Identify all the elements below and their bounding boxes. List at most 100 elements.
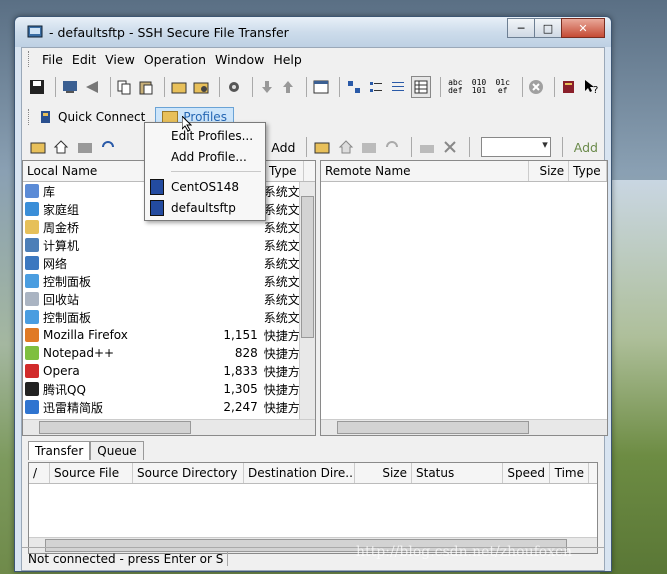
local-up-folder-icon[interactable]	[28, 137, 47, 157]
terminal-window-icon[interactable]	[312, 77, 330, 97]
new-terminal-icon[interactable]	[61, 77, 79, 97]
remote-delete-icon[interactable]	[440, 137, 459, 157]
menu-view[interactable]: View	[101, 52, 139, 67]
copy-icon[interactable]	[115, 77, 133, 97]
tab-queue[interactable]: Queue	[90, 441, 144, 460]
stop-icon[interactable]	[527, 77, 545, 97]
local-add-button[interactable]: Add	[265, 138, 301, 157]
remote-path-combo[interactable]	[480, 137, 551, 157]
settings-icon[interactable]	[225, 77, 243, 97]
new-file-transfer-icon[interactable]	[83, 77, 101, 97]
menu-edit[interactable]: Edit	[68, 52, 100, 67]
small-list-view-icon[interactable]	[389, 77, 407, 97]
remote-file-pane[interactable]: Remote Name Size Type	[320, 160, 608, 436]
remote-add-button[interactable]: Add	[568, 138, 604, 157]
minimize-button[interactable]: ─	[507, 18, 535, 38]
transfer-col-source-file[interactable]: Source File	[50, 463, 133, 483]
menu-file[interactable]: File	[38, 52, 67, 67]
transfer-col-size[interactable]: Size	[355, 463, 412, 483]
table-row[interactable]: Mozilla Firefox 1,151 快捷方	[23, 326, 299, 344]
menu-profile-centos148[interactable]: CentOS148	[145, 176, 265, 197]
scrollbar-thumb[interactable]	[39, 421, 191, 434]
menu-edit-profiles[interactable]: Edit Profiles...	[145, 125, 265, 146]
file-size: 1,305	[223, 382, 258, 396]
menu-window[interactable]: Window	[211, 52, 268, 67]
table-row[interactable]: 腾讯QQ 1,305 快捷方	[23, 380, 299, 398]
large-icons-view-icon[interactable]	[345, 77, 363, 97]
file-icon	[25, 328, 39, 342]
remote-horizontal-scrollbar[interactable]	[321, 419, 607, 435]
transfer-col-speed[interactable]: Speed	[503, 463, 550, 483]
transfer-col-time[interactable]: Time	[550, 463, 589, 483]
save-icon[interactable]	[28, 77, 46, 97]
title-bar[interactable]: - defaultsftp - SSH Secure File Transfer…	[15, 17, 611, 47]
quick-connect-icon	[41, 111, 50, 123]
details-view-icon[interactable]	[410, 76, 431, 98]
auto-mode-icon[interactable]: 01c ef	[493, 77, 513, 97]
folder-settings-icon[interactable]	[192, 77, 210, 97]
file-type: 系统文	[263, 274, 299, 289]
table-row[interactable]: 控制面板 系统文	[23, 308, 299, 326]
book-help-icon[interactable]	[560, 77, 578, 97]
toolbar-separator	[218, 77, 220, 97]
remote-type-header[interactable]: Type	[569, 161, 608, 181]
transfer-table[interactable]: / Source File Source Directory Destinati…	[28, 462, 598, 554]
binary-mode-icon[interactable]: 010 101	[469, 77, 489, 97]
mouse-cursor-icon	[182, 116, 192, 132]
file-name-cell: 计算机	[23, 237, 204, 254]
remote-home-icon[interactable]	[336, 137, 355, 157]
watermark-text: http://blog.csdn.net/zhoufoxcn	[356, 544, 572, 560]
upload-arrow-icon[interactable]	[279, 77, 297, 97]
local-vertical-scrollbar[interactable]	[299, 182, 315, 419]
remote-header: Remote Name Size Type	[321, 161, 608, 182]
profile-icon[interactable]	[170, 77, 188, 97]
transfer-col-source-directory[interactable]: Source Directory	[133, 463, 244, 483]
toolbar-separator	[306, 137, 308, 157]
table-row[interactable]: 回收站 系统文	[23, 290, 299, 308]
menu-operation[interactable]: Operation	[140, 52, 210, 67]
menu-help[interactable]: Help	[269, 52, 306, 67]
transfer-col-direction[interactable]: /	[29, 463, 50, 483]
close-button[interactable]: ✕	[561, 18, 605, 38]
local-home-icon[interactable]	[51, 137, 70, 157]
download-arrow-icon[interactable]	[258, 77, 276, 97]
quick-connect-button[interactable]: Quick Connect	[38, 109, 145, 125]
profile-icon	[150, 200, 164, 216]
local-type-header[interactable]: Type	[265, 161, 304, 181]
transfer-col-status[interactable]: Status	[412, 463, 503, 483]
window-title: - defaultsftp - SSH Secure File Transfer	[49, 25, 289, 40]
file-type: 快捷方	[263, 364, 299, 379]
table-row[interactable]: 网络 系统文	[23, 254, 299, 272]
menu-profile-defaultsftp[interactable]: defaultsftp	[145, 197, 265, 218]
remote-size-header[interactable]: Size	[529, 161, 570, 181]
local-refresh-icon[interactable]	[98, 137, 117, 157]
table-row[interactable]: 计算机 系统文	[23, 236, 299, 254]
list-view-icon[interactable]	[367, 77, 385, 97]
remote-new-folder-icon[interactable]	[359, 137, 378, 157]
remote-properties-icon[interactable]	[417, 137, 436, 157]
table-row[interactable]: 控制面板 系统文	[23, 272, 299, 290]
scrollbar-thumb[interactable]	[301, 196, 314, 338]
table-row[interactable]: 迅雷精简版 2,247 快捷方	[23, 398, 299, 416]
quick-connect-label: Quick Connect	[58, 110, 146, 124]
menu-bar: File Edit View Operation Window Help	[22, 48, 604, 70]
file-type: 系统文	[263, 292, 299, 307]
remote-name-header[interactable]: Remote Name	[321, 161, 530, 181]
table-row[interactable]: Notepad++ 828 快捷方	[23, 344, 299, 362]
local-new-folder-icon[interactable]	[75, 137, 94, 157]
tab-transfer[interactable]: Transfer	[28, 441, 91, 460]
local-horizontal-scrollbar[interactable]	[23, 419, 315, 435]
file-size: 2,247	[223, 400, 258, 414]
paste-icon[interactable]	[137, 77, 155, 97]
remote-refresh-icon[interactable]	[383, 137, 402, 157]
scrollbar-thumb[interactable]	[337, 421, 529, 434]
maximize-button[interactable]: □	[534, 18, 562, 38]
context-help-icon[interactable]: ?	[582, 77, 600, 97]
transfer-col-destination-directory[interactable]: Destination Dire...	[244, 463, 355, 483]
remote-up-folder-icon[interactable]	[312, 137, 331, 157]
table-row[interactable]: Opera 1,833 快捷方	[23, 362, 299, 380]
ascii-mode-icon[interactable]: abc def	[445, 77, 465, 97]
file-icon	[25, 400, 39, 414]
file-name-cell: 控制面板	[23, 309, 204, 326]
menu-add-profile[interactable]: Add Profile...	[145, 146, 265, 167]
